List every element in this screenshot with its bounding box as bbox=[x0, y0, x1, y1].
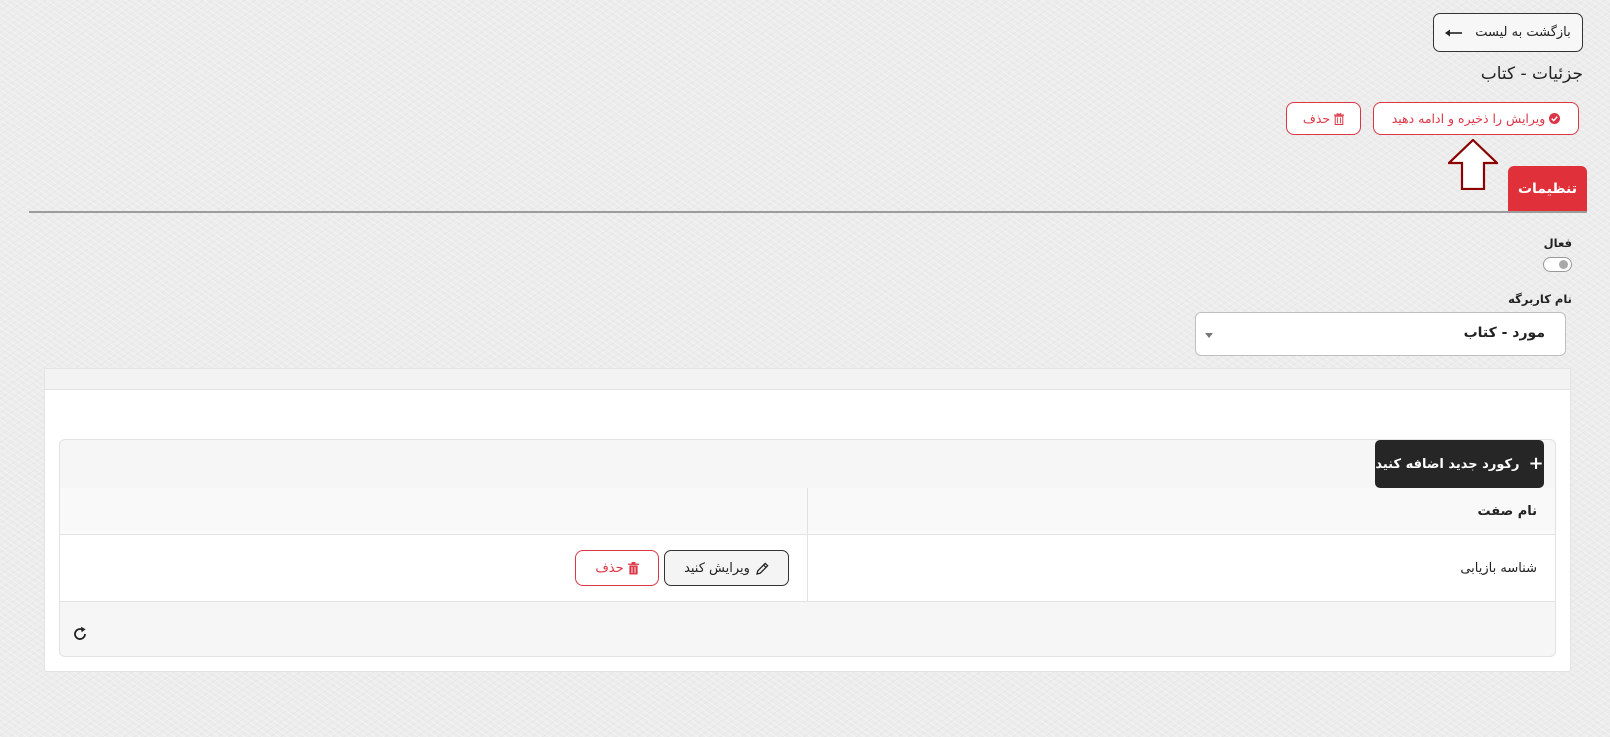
row-delete-label: حذف bbox=[595, 560, 624, 576]
actions-cell: ویرایش کنید حذف bbox=[60, 534, 808, 602]
edit-button[interactable]: ویرایش کنید bbox=[664, 550, 789, 586]
back-to-list-button[interactable]: بازگشت به لیست bbox=[1433, 13, 1583, 52]
row-delete-button[interactable]: حذف bbox=[575, 550, 659, 586]
plus-icon: + bbox=[1528, 453, 1544, 474]
table-header-row: نام صفت bbox=[60, 488, 1555, 535]
arrow-left-icon bbox=[1445, 29, 1463, 36]
add-record-button[interactable]: + رکورد جدید اضافه کنید bbox=[1375, 440, 1544, 488]
tab-settings-label: تنظیمات bbox=[1517, 181, 1578, 197]
active-toggle[interactable] bbox=[1543, 257, 1572, 272]
delete-button[interactable]: حذف bbox=[1286, 102, 1361, 135]
delete-label: حذف bbox=[1302, 111, 1331, 126]
toggle-knob bbox=[1559, 260, 1568, 269]
save-and-continue-label: ویرایش را ذخیره و ادامه دهید bbox=[1391, 111, 1546, 126]
check-circle-icon bbox=[1549, 113, 1561, 124]
save-and-continue-button[interactable]: ویرایش را ذخیره و ادامه دهید bbox=[1373, 102, 1579, 135]
back-to-list-label: بازگشت به لیست bbox=[1475, 25, 1571, 40]
arrow-up-annotation bbox=[1448, 139, 1498, 190]
panel-header bbox=[45, 369, 1570, 390]
workshop-name-value: مورد - کتاب bbox=[1463, 325, 1545, 341]
tab-settings[interactable]: تنظیمات bbox=[1508, 166, 1587, 212]
refresh-icon[interactable] bbox=[72, 626, 88, 642]
add-record-label: رکورد جدید اضافه کنید bbox=[1375, 456, 1520, 472]
attribute-name-cell: شناسه بازیابی bbox=[807, 534, 1555, 602]
row-actions: ویرایش کنید حذف bbox=[78, 550, 789, 586]
table-row: شناسه بازیابی ویرایش کنید حذف bbox=[60, 534, 1555, 602]
active-label: فعال bbox=[1543, 236, 1572, 250]
trash-icon bbox=[627, 561, 639, 574]
tab-divider bbox=[29, 211, 1587, 213]
attributes-panel: + رکورد جدید اضافه کنید نام صفت شناسه با… bbox=[44, 368, 1571, 672]
attributes-grid-container: + رکورد جدید اضافه کنید نام صفت شناسه با… bbox=[59, 439, 1556, 657]
workshop-name-label: نام کاربرگه bbox=[1508, 292, 1572, 306]
trash-icon bbox=[1334, 112, 1345, 125]
page-title: جزئیات - کتاب bbox=[1480, 64, 1583, 84]
workshop-name-select[interactable]: مورد - کتاب bbox=[1195, 312, 1566, 356]
attributes-table: نام صفت شناسه بازیابی ویرایش کنید حذف bbox=[60, 488, 1555, 602]
edit-label: ویرایش کنید bbox=[684, 560, 750, 576]
chevron-down-icon bbox=[1205, 333, 1213, 338]
column-header-attribute-name: نام صفت bbox=[807, 488, 1555, 535]
pencil-icon bbox=[756, 561, 769, 575]
column-header-actions bbox=[60, 488, 808, 535]
